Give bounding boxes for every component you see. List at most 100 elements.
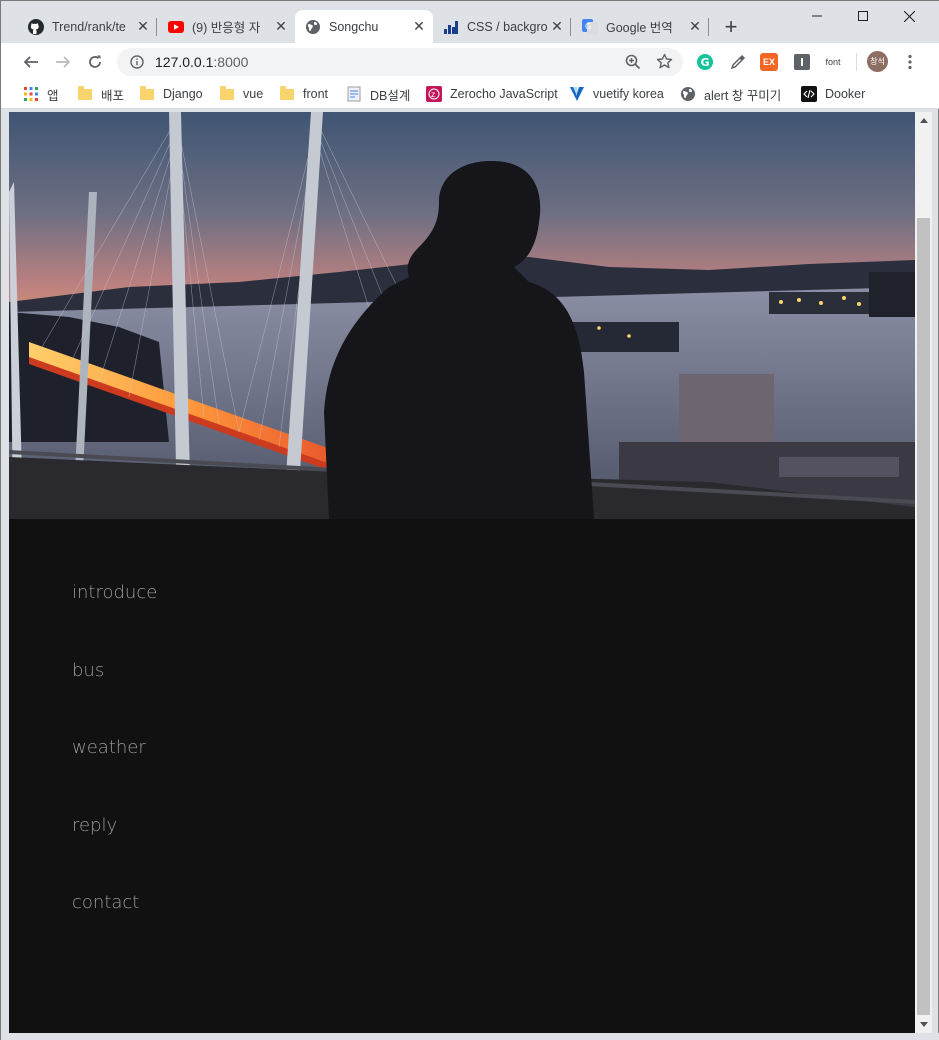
grammarly-icon[interactable]: G [696, 53, 714, 71]
tab-youtube[interactable]: (9) 반응형 자 ✕ [158, 10, 295, 43]
bookmark-dooker[interactable]: Dooker [801, 85, 865, 103]
scrollbar-thumb[interactable] [917, 218, 930, 1015]
close-icon[interactable]: ✕ [411, 18, 427, 35]
profile-avatar[interactable]: 창석 [867, 51, 888, 72]
bookmark-star-icon[interactable] [656, 53, 673, 75]
maximize-button[interactable] [840, 1, 886, 31]
bookmark-folder-vue[interactable]: vue [219, 85, 263, 103]
svg-text:G: G [585, 22, 591, 31]
bookmark-folder-front[interactable]: front [279, 85, 328, 103]
bookmark-label: 배포 [101, 88, 125, 103]
new-tab-button[interactable]: + [719, 15, 743, 39]
tab-css-background[interactable]: CSS / backgro ✕ [433, 10, 571, 43]
reload-icon [89, 55, 101, 68]
menu-kebab-icon[interactable] [901, 53, 919, 71]
zoom-icon[interactable] [625, 54, 641, 75]
google-translate-icon: G [582, 18, 598, 35]
bookmark-folder-django[interactable]: Django [139, 85, 203, 103]
bookmark-label: 앱 [47, 88, 59, 103]
url-text: 127.0.0.1:8000 [155, 54, 248, 70]
bookmark-db-design[interactable]: DB설계 [346, 85, 410, 103]
close-icon[interactable]: ✕ [549, 18, 565, 35]
bookmark-label: Django [163, 87, 203, 101]
tab-title: Google 번역 [606, 21, 673, 35]
arrow-right-icon [56, 56, 71, 68]
bookmark-apps[interactable]: 앱 [23, 85, 59, 103]
hero-image [9, 112, 915, 519]
tab-separator [156, 18, 157, 36]
reload-button[interactable] [81, 48, 109, 76]
bookmark-zerocho[interactable]: z Zerocho JavaScript [426, 85, 558, 103]
browser-window: Trend/rank/te ✕ (9) 반응형 자 ✕ Songchu ✕ CS… [0, 0, 939, 1040]
bookmark-label: front [303, 87, 329, 101]
folder-icon [219, 85, 235, 102]
tab-google-translate[interactable]: G Google 번역 ✕ [572, 10, 709, 43]
document-icon [346, 86, 362, 102]
folder-icon [77, 85, 93, 102]
close-icon[interactable]: ✕ [135, 18, 151, 35]
bookmark-vuetify[interactable]: vuetify korea [569, 85, 664, 103]
close-icon[interactable]: ✕ [687, 18, 703, 35]
browser-toolbar: 127.0.0.1:8000 G EX font 창석 [1, 43, 939, 80]
tab-title: (9) 반응형 자 [192, 21, 261, 35]
close-icon [903, 10, 915, 22]
code-icon [801, 86, 817, 102]
maximize-icon [858, 11, 868, 21]
youtube-icon [168, 19, 184, 35]
scroll-up-arrow-icon[interactable] [915, 112, 932, 129]
css-site-icon [443, 19, 459, 35]
tab-strip: Trend/rank/te ✕ (9) 반응형 자 ✕ Songchu ✕ CS… [1, 1, 939, 43]
tab-title: Songchu [329, 19, 379, 34]
tab-title: Trend/rank/te [52, 19, 126, 34]
github-icon [28, 18, 44, 35]
ext-orange-icon[interactable]: EX [760, 53, 778, 71]
folder-icon [279, 85, 295, 102]
menu-item-reply[interactable]: reply [72, 815, 117, 836]
bookmark-alert-style[interactable]: alert 창 꾸미기 [680, 85, 781, 103]
bookmark-label: vue [243, 87, 264, 101]
bookmark-label: Zerocho JavaScript [450, 87, 558, 101]
close-icon[interactable]: ✕ [273, 18, 289, 35]
tab-title: CSS / backgro [467, 19, 548, 34]
bookmark-label: vuetify korea [593, 87, 664, 101]
tab-separator [708, 18, 709, 36]
tab-songchu[interactable]: Songchu ✕ [295, 10, 433, 43]
url-port: :8000 [213, 54, 249, 70]
menu-item-bus[interactable]: bus [72, 660, 104, 681]
toolbar-divider [856, 53, 857, 71]
arrow-left-icon [23, 56, 38, 68]
ext-info-square-icon[interactable] [793, 53, 811, 71]
tab-separator [570, 18, 571, 36]
vuetify-icon [569, 86, 585, 102]
bookmark-folder-deploy[interactable]: 배포 [77, 85, 124, 103]
zerocho-icon: z [426, 86, 442, 102]
url-host: 127.0.0.1 [155, 54, 214, 70]
window-close-button[interactable] [886, 1, 932, 31]
back-button[interactable] [17, 48, 45, 76]
menu-item-introduce[interactable]: introduce [72, 582, 157, 603]
menu-item-contact[interactable]: contact [72, 892, 139, 913]
info-icon[interactable] [129, 54, 145, 70]
vertical-scrollbar[interactable] [915, 112, 932, 1033]
bookmark-label: DB설계 [370, 88, 411, 103]
globe-icon [305, 19, 321, 35]
tab-github-trend[interactable]: Trend/rank/te ✕ [18, 10, 157, 43]
apps-icon [23, 86, 39, 102]
minimize-button[interactable] [794, 1, 840, 31]
globe-icon [680, 86, 696, 102]
folder-icon [139, 85, 155, 102]
svg-text:G: G [701, 56, 710, 69]
bookmark-label: alert 창 꾸미기 [704, 88, 782, 103]
scroll-down-arrow-icon[interactable] [915, 1016, 932, 1033]
page-viewport: introduce bus weather reply contact [9, 112, 915, 1033]
window-bottom-border [1, 1033, 939, 1040]
forward-button[interactable] [49, 48, 77, 76]
bookmarks-bar: 앱 배포 Django vue front DB설계 z Zerocho Jav… [1, 80, 939, 109]
address-bar[interactable]: 127.0.0.1:8000 [117, 48, 683, 76]
font-extension-button[interactable]: font [819, 53, 847, 71]
eyedropper-icon[interactable] [729, 53, 747, 71]
menu-item-weather[interactable]: weather [72, 737, 146, 758]
minimize-icon [812, 15, 822, 17]
bookmark-label: Dooker [825, 87, 866, 101]
svg-text:z: z [431, 90, 435, 99]
